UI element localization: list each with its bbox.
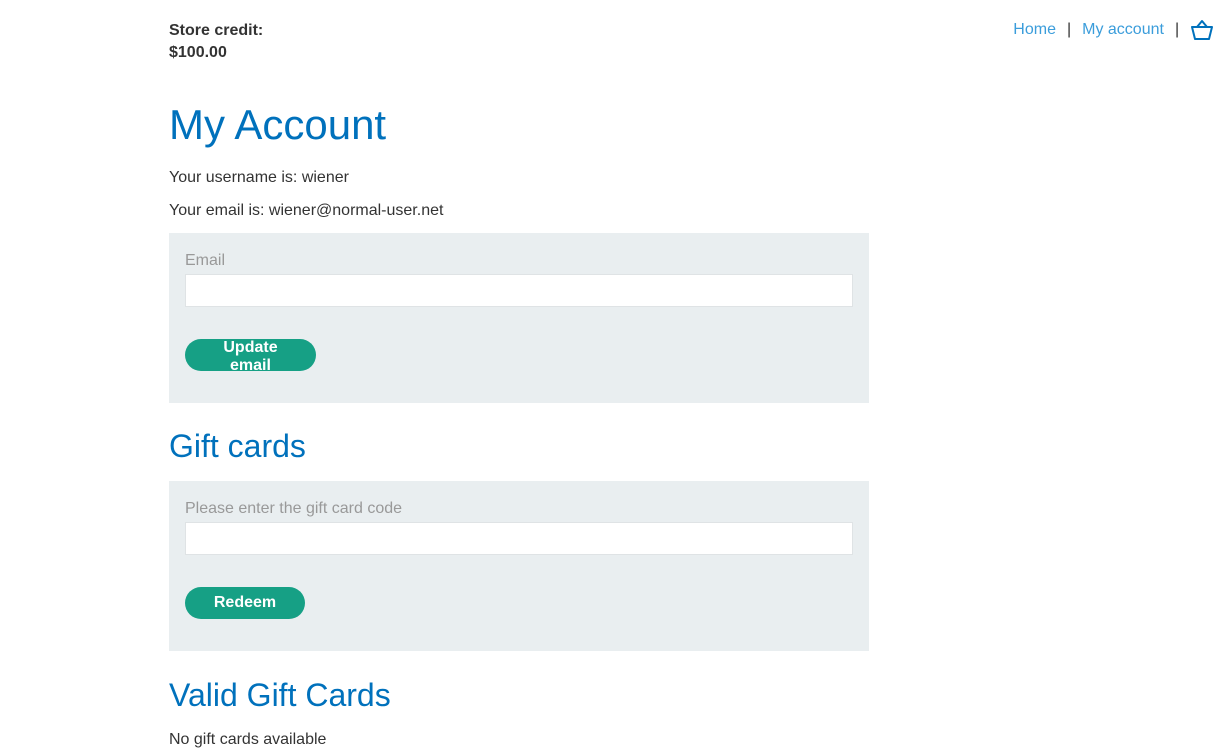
nav-home-link[interactable]: Home [1013,19,1056,41]
gift-card-code-input[interactable] [185,522,853,555]
username-text: Your username is: wiener [169,169,349,186]
store-credit-value: $100.00 [169,44,227,61]
gift-card-form: Please enter the gift card code Redeem [169,481,869,651]
update-email-form: Email Update email [169,233,869,403]
store-credit-label: Store credit: [169,22,264,39]
valid-gift-cards-title: Valid Gift Cards [169,677,391,713]
nav-separator: | [1174,21,1180,38]
email-label: Email [185,252,226,269]
gift-card-code-label: Please enter the gift card code [185,500,403,517]
redeem-button[interactable]: Redeem [185,587,305,619]
no-gift-cards-text: No gift cards available [169,731,327,748]
nav-separator: | [1066,21,1072,38]
gift-cards-title: Gift cards [169,428,306,464]
cart-link[interactable]: 0 [1190,19,1219,41]
page: Store credit: $100.00 Home | My account … [0,0,1219,756]
update-email-button[interactable]: Update email [185,339,316,374]
email-text: Your email is: wiener@normal-user.net [169,202,444,219]
page-title: My Account [169,101,387,148]
cart-icon [1191,20,1214,40]
top-nav: Home | My account | 0 [1013,19,1219,41]
nav-my-account-link[interactable]: My account [1082,19,1164,41]
email-input[interactable] [185,274,853,307]
store-credit: Store credit: $100.00 [169,20,263,64]
